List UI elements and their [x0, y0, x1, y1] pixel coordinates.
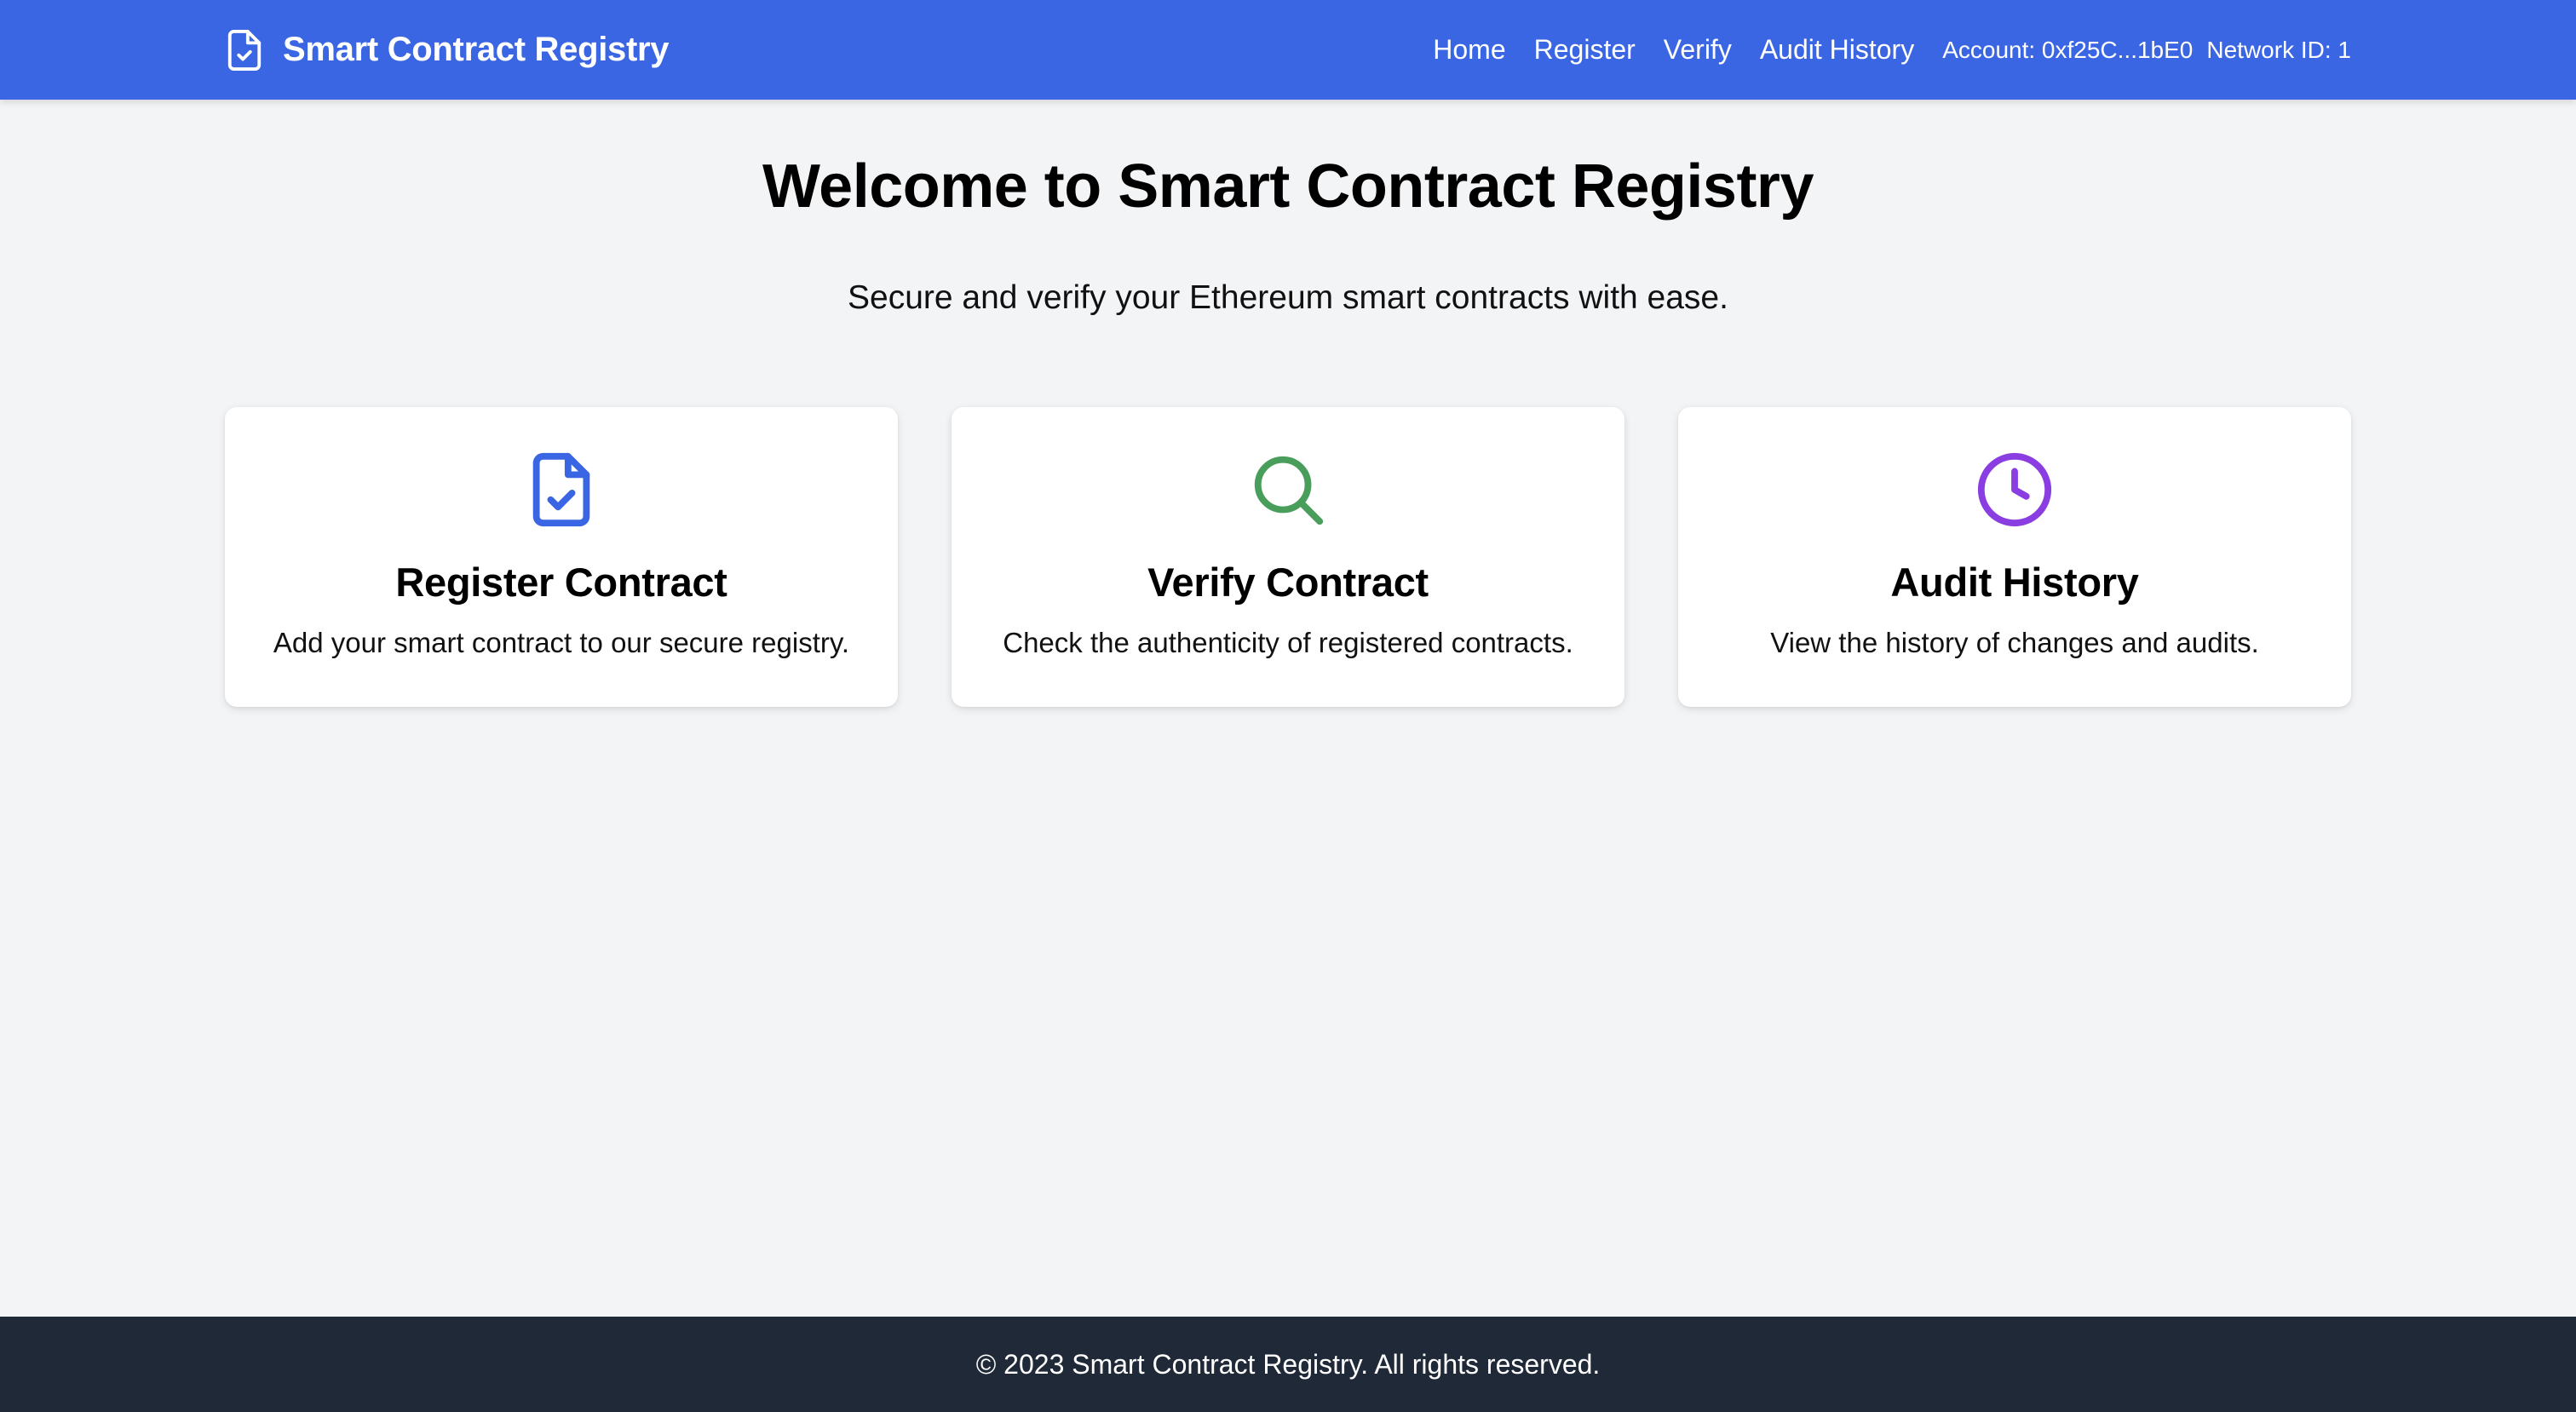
copyright-text: © 2023 Smart Contract Registry. All righ… — [975, 1348, 1601, 1380]
card-title: Register Contract — [395, 560, 727, 605]
network-id: Network ID: 1 — [2206, 36, 2351, 63]
card-title: Verify Contract — [1147, 560, 1429, 605]
main-nav: Home Register Verify Audit History Accou… — [1433, 0, 2351, 100]
nav-audit-history[interactable]: Audit History — [1760, 34, 1914, 66]
page-title: Welcome to Smart Contract Registry — [762, 152, 1814, 221]
card-description: Check the authenticity of registered con… — [1003, 627, 1573, 658]
brand-title: Smart Contract Registry — [283, 31, 670, 68]
card-description: View the history of changes and audits. — [1770, 627, 2259, 658]
search-icon — [1254, 456, 1324, 525]
card-icon-wrap — [1678, 450, 2351, 530]
nav-verify[interactable]: Verify — [1664, 34, 1732, 66]
audit-history-card[interactable]: Audit History View the history of change… — [1678, 407, 2351, 707]
top-navbar: Smart Contract Registry Home Register Ve… — [0, 0, 2576, 100]
account-address: Account: 0xf25C...1bE0 — [1942, 36, 2194, 63]
card-icon-wrap — [225, 450, 898, 530]
register-contract-card[interactable]: Register Contract Add your smart contrac… — [225, 407, 898, 707]
footer: © 2023 Smart Contract Registry. All righ… — [0, 1317, 2576, 1412]
card-title: Audit History — [1890, 560, 2139, 605]
verify-contract-card[interactable]: Verify Contract Check the authenticity o… — [952, 407, 1624, 707]
card-description: Add your smart contract to our secure re… — [273, 627, 850, 658]
nav-register[interactable]: Register — [1534, 34, 1636, 66]
clock-icon — [1977, 452, 2052, 527]
file-check-icon — [532, 452, 590, 527]
brand[interactable]: Smart Contract Registry — [225, 0, 670, 100]
nav-home[interactable]: Home — [1433, 34, 1505, 66]
card-icon-wrap — [952, 450, 1624, 530]
file-check-icon — [227, 29, 262, 71]
page-subtitle: Secure and verify your Ethereum smart co… — [848, 279, 1728, 316]
